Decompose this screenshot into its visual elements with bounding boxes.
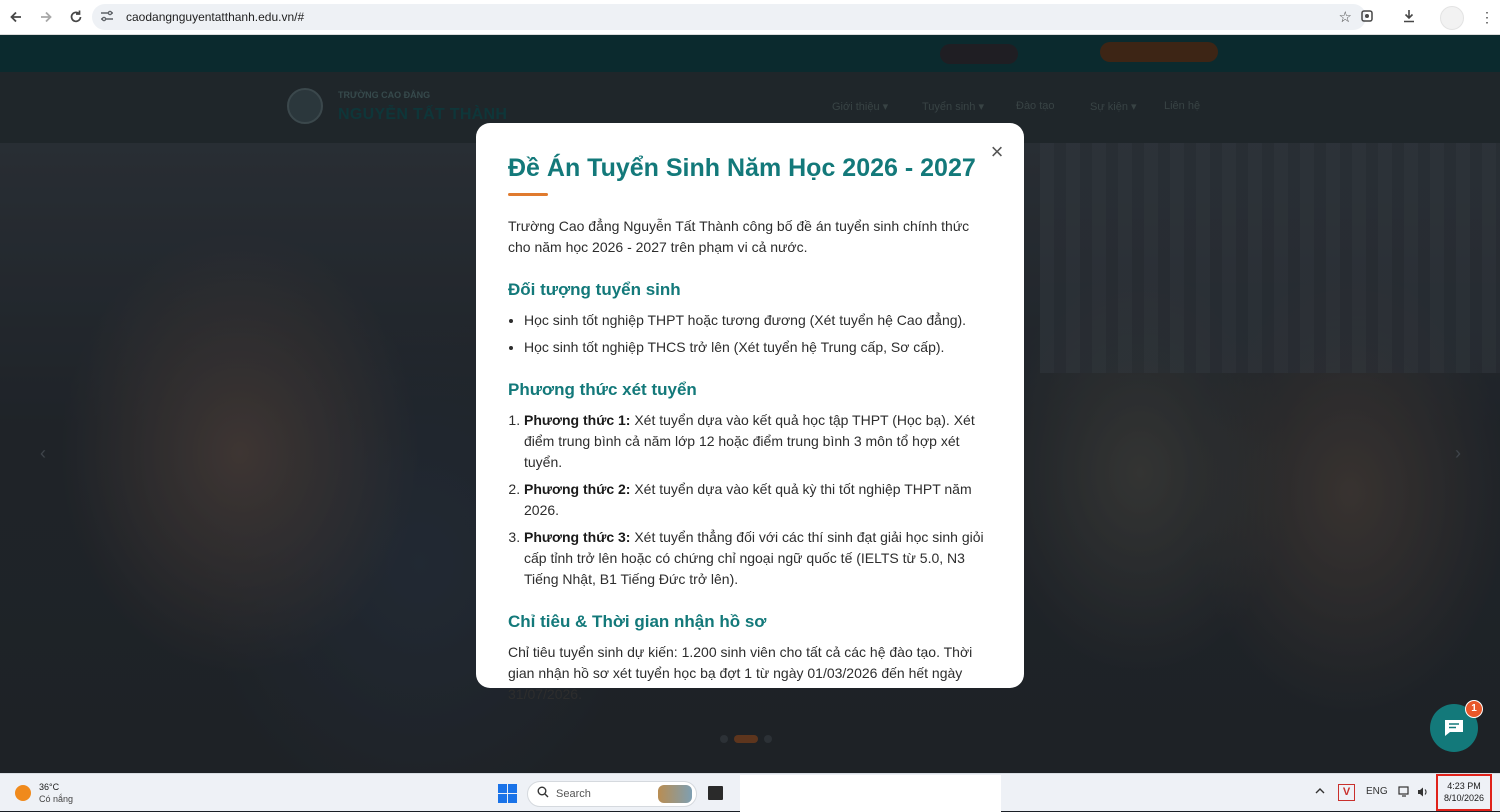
list-item: Phương thức 2: Xét tuyển dựa vào kết quả… xyxy=(524,479,992,521)
title-underline xyxy=(508,193,548,196)
more-menu-icon[interactable]: ⋮ xyxy=(1474,9,1500,26)
language-indicator[interactable]: ENG xyxy=(1366,786,1388,797)
chevron-up-icon[interactable] xyxy=(1314,786,1326,799)
taskbar-blank-area xyxy=(740,775,1001,812)
search-highlight-image xyxy=(658,785,692,803)
system-clock[interactable]: 4:23 PM 8/10/2026 xyxy=(1436,774,1492,811)
clock-date: 8/10/2026 xyxy=(1443,793,1485,803)
sun-icon[interactable] xyxy=(15,785,31,801)
windows-start-icon[interactable] xyxy=(498,784,517,803)
section-title-doi-tuong: Đối tượng tuyển sinh xyxy=(508,280,681,299)
download-icon[interactable] xyxy=(1388,9,1430,26)
modal-title: Đề Án Tuyển Sinh Năm Học 2026 - 2027 xyxy=(508,154,976,182)
list-item: Học sinh tốt nghiệp THCS trở lên (Xét tu… xyxy=(524,337,992,358)
network-icon[interactable] xyxy=(1398,786,1412,801)
back-icon[interactable] xyxy=(2,3,30,31)
taskbar-search[interactable]: Search xyxy=(527,781,697,807)
forward-icon[interactable] xyxy=(32,3,60,31)
antivirus-icon[interactable]: V xyxy=(1338,784,1355,801)
reload-icon[interactable] xyxy=(62,3,90,31)
chat-icon xyxy=(1445,720,1463,736)
address-bar[interactable]: caodangnguyentatthanh.edu.vn/# ☆ xyxy=(92,4,1366,30)
section-title-phuong-thuc: Phương thức xét tuyển xyxy=(508,380,697,399)
list-item: Phương thức 1: Xét tuyển dựa vào kết quả… xyxy=(524,410,992,473)
method-label: Phương thức 3: xyxy=(524,529,631,545)
profile-avatar[interactable] xyxy=(1440,5,1464,30)
weather-condition[interactable]: Có nắng xyxy=(39,794,73,804)
search-icon xyxy=(537,786,549,801)
list-item: Phương thức 3: Xét tuyển thẳng đối với c… xyxy=(524,527,992,590)
site-settings-icon[interactable] xyxy=(100,9,118,26)
taskbar-app-icon[interactable] xyxy=(708,786,723,800)
method-label: Phương thức 2: xyxy=(524,481,631,497)
search-label: Search xyxy=(556,788,591,800)
browser-actions: ⋮ xyxy=(1346,0,1500,35)
screenshot-icon[interactable] xyxy=(1346,9,1388,26)
speaker-icon[interactable] xyxy=(1417,786,1429,801)
modal-intro: Trường Cao đẳng Nguyễn Tất Thành công bố… xyxy=(508,218,970,255)
admission-modal: × Đề Án Tuyển Sinh Năm Học 2026 - 2027 T… xyxy=(476,123,1024,702)
section-title-chi-tieu: Chỉ tiêu & Thời gian nhận hồ sơ xyxy=(508,612,767,631)
weather-temperature[interactable]: 36°C xyxy=(39,782,59,792)
close-icon[interactable]: × xyxy=(986,141,1008,163)
chat-badge: 1 xyxy=(1465,700,1483,718)
clock-time: 4:23 PM xyxy=(1447,781,1481,791)
browser-toolbar: caodangnguyentatthanh.edu.vn/# ☆ ⋮ xyxy=(0,0,1500,35)
doi-tuong-list: Học sinh tốt nghiệp THPT hoặc tương đươn… xyxy=(508,310,992,358)
method-label: Phương thức 1: xyxy=(524,412,631,428)
chi-tieu-text: Chỉ tiêu tuyển sinh dự kiến: 1.200 sinh … xyxy=(508,644,973,702)
url-text[interactable]: caodangnguyentatthanh.edu.vn/# xyxy=(126,10,304,24)
phuong-thuc-list: Phương thức 1: Xét tuyển dựa vào kết quả… xyxy=(508,410,992,590)
windows-taskbar: 36°C Có nắng Search V ENG 4:23 PM 8/10/2… xyxy=(0,773,1500,812)
list-item: Học sinh tốt nghiệp THPT hoặc tương đươn… xyxy=(524,310,992,331)
